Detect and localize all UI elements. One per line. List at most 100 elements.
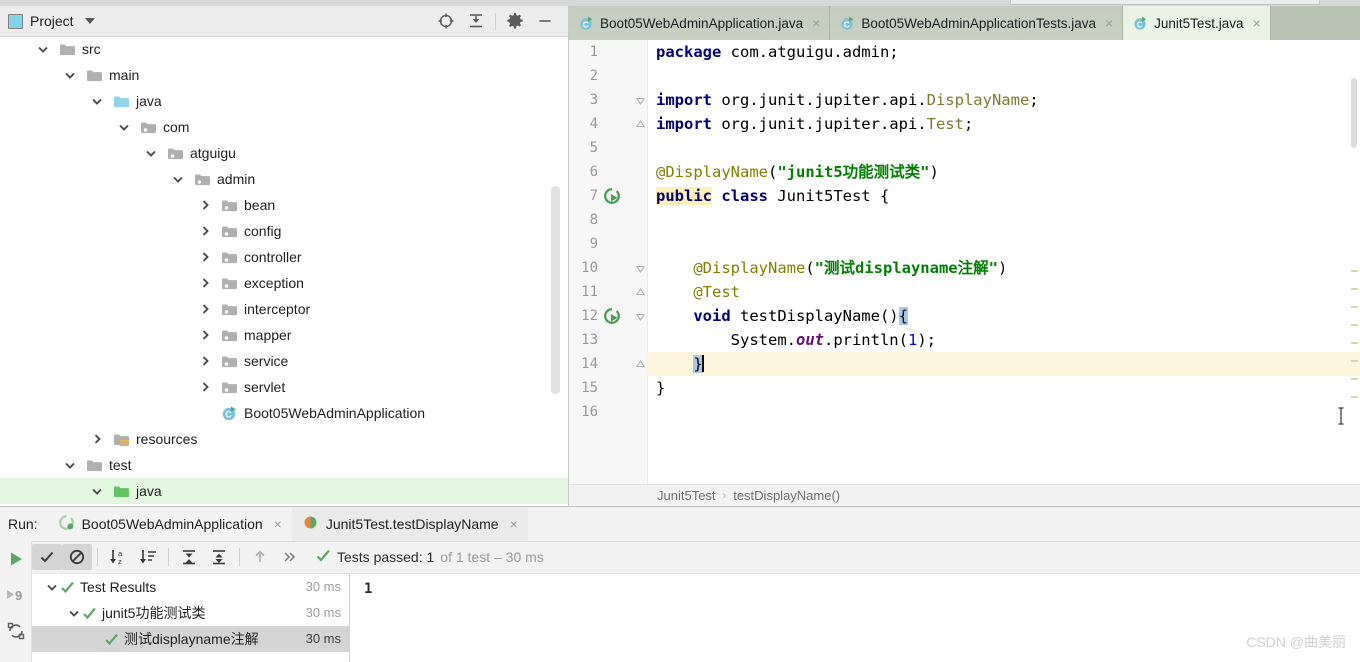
code-line-11[interactable]: @Test [647, 280, 1360, 304]
show-ignored-toggle[interactable] [62, 544, 92, 570]
editor-tab-1[interactable]: C Boot05WebAdminApplication.java × [569, 6, 831, 40]
project-tree[interactable]: src main java com atguigu admin bean config cont… [0, 36, 568, 506]
code-fold-icon[interactable] [635, 310, 646, 322]
next-test-button[interactable] [275, 544, 305, 570]
code-line-5[interactable] [647, 136, 1360, 160]
chevron-down-icon[interactable] [84, 18, 95, 24]
chevron-right-icon[interactable] [197, 275, 213, 291]
project-tree-item-mapper[interactable]: mapper [0, 322, 568, 348]
expand-all-button[interactable] [174, 544, 204, 570]
chevron-down-icon[interactable] [62, 67, 78, 83]
gear-icon[interactable] [500, 6, 530, 36]
code-line-4[interactable]: import org.junit.jupiter.api.Test; [647, 112, 1360, 136]
project-tree-item-controller[interactable]: controller [0, 244, 568, 270]
chevron-down-icon[interactable] [44, 579, 60, 595]
code-line-8[interactable] [647, 208, 1360, 232]
code-line-16[interactable] [647, 400, 1360, 424]
code-fold-icon[interactable] [635, 94, 646, 106]
run-test-gutter-icon[interactable] [603, 307, 622, 326]
run-tab-2[interactable]: Junit5Test.testDisplayName × [291, 507, 528, 541]
project-panel-scrollbar[interactable] [551, 186, 560, 394]
code-line-9[interactable] [647, 232, 1360, 256]
close-icon[interactable]: × [274, 516, 282, 532]
run-test-gutter-icon[interactable] [603, 187, 622, 206]
project-tree-item-main[interactable]: main [0, 62, 568, 88]
chevron-right-icon[interactable] [197, 327, 213, 343]
code-line-3[interactable]: import org.junit.jupiter.api.DisplayName… [647, 88, 1360, 112]
chevron-right-icon[interactable] [197, 379, 213, 395]
code-line-12[interactable]: void testDisplayName(){ [647, 304, 1360, 328]
close-icon[interactable]: × [1252, 16, 1260, 30]
close-icon[interactable]: × [510, 516, 518, 532]
project-tree-item-bean[interactable]: bean [0, 192, 568, 218]
breadcrumb[interactable]: Junit5Test › testDisplayName() [569, 484, 1360, 506]
project-tree-item-src[interactable]: src [0, 36, 568, 62]
test-result-row-3[interactable]: 测试displayname注解 30 ms [32, 626, 349, 652]
project-tree-item-atguigu[interactable]: atguigu [0, 140, 568, 166]
chevron-down-icon[interactable] [170, 171, 186, 187]
collapse-all-icon[interactable] [461, 6, 491, 36]
locate-icon[interactable] [431, 6, 461, 36]
editor-tab-3[interactable]: C Junit5Test.java × [1123, 6, 1271, 40]
previous-test-button[interactable] [245, 544, 275, 570]
code-line-2[interactable] [647, 64, 1360, 88]
test-result-row-1[interactable]: Test Results 30 ms [32, 574, 349, 600]
code-fold-icon[interactable] [635, 118, 646, 129]
editor-tab-2[interactable]: C Boot05WebAdminApplicationTests.java × [830, 6, 1124, 40]
chevron-down-icon[interactable] [35, 41, 51, 57]
breadcrumb-item-1[interactable]: Junit5Test [657, 488, 716, 503]
project-tree-item-resources[interactable]: resources [0, 426, 568, 452]
code-text[interactable]: package com.atguigu.admin; import org.jun… [647, 40, 1360, 484]
code-line-13[interactable]: System.out.println(1); [647, 328, 1360, 352]
project-tree-item-boot05webadminapplication[interactable]: C Boot05WebAdminApplication [0, 400, 568, 426]
rerun-icon[interactable] [0, 541, 31, 577]
code-line-10[interactable]: @DisplayName("测试displayname注解") [647, 256, 1360, 280]
run-tab-1[interactable]: Boot05WebAdminApplication × [48, 508, 292, 541]
project-tree-item-admin[interactable]: admin [0, 166, 568, 192]
code-fold-icon[interactable] [635, 262, 646, 274]
editor-gutter[interactable]: 1 2 3 4 5 6 7 8 9 10 11 12 13 14 15 16 [569, 40, 648, 484]
minimize-icon[interactable] [530, 6, 560, 36]
sort-by-duration-button[interactable] [133, 544, 163, 570]
project-tree-item-service[interactable]: service [0, 348, 568, 374]
project-tree-item-servlet[interactable]: servlet [0, 374, 568, 400]
chevron-right-icon[interactable] [197, 249, 213, 265]
code-line-7[interactable]: public class Junit5Test { [647, 184, 1360, 208]
chevron-right-icon[interactable] [197, 353, 213, 369]
project-tree-item-interceptor[interactable]: interceptor [0, 296, 568, 322]
code-fold-icon[interactable] [635, 286, 646, 297]
project-panel-title-group[interactable]: Project [8, 6, 95, 36]
code-line-6[interactable]: @DisplayName("junit5功能测试类") [647, 160, 1360, 184]
code-editor[interactable]: 1 2 3 4 5 6 7 8 9 10 11 12 13 14 15 16 package com.atgu… [569, 40, 1360, 484]
chevron-right-icon[interactable] [197, 223, 213, 239]
show-passed-toggle[interactable] [32, 544, 62, 570]
test-console-output[interactable]: 1 CSDN @曲美丽 [350, 574, 1360, 662]
project-tree-item-config[interactable]: config [0, 218, 568, 244]
project-tree-item-exception[interactable]: exception [0, 270, 568, 296]
code-line-15[interactable]: } [647, 376, 1360, 400]
toggle-auto-test-icon[interactable] [0, 613, 31, 649]
breadcrumb-item-2[interactable]: testDisplayName() [733, 488, 840, 503]
chevron-right-icon[interactable] [197, 197, 213, 213]
chevron-down-icon[interactable] [62, 457, 78, 473]
rerun-failed-icon[interactable]: 9 [0, 577, 31, 613]
test-result-row-2[interactable]: junit5功能测试类 30 ms [32, 600, 349, 626]
project-tree-item-test[interactable]: test [0, 452, 568, 478]
chevron-right-icon[interactable] [197, 301, 213, 317]
chevron-down-icon[interactable] [89, 93, 105, 109]
code-fold-icon[interactable] [635, 358, 646, 369]
chevron-down-icon[interactable] [116, 119, 132, 135]
test-results-tree[interactable]: Test Results 30 ms junit5功能测试类 30 ms 测试displ… [32, 574, 350, 662]
sort-alphabetically-button[interactable]: az [103, 544, 133, 570]
close-icon[interactable]: × [1105, 16, 1113, 30]
chevron-down-icon[interactable] [143, 145, 159, 161]
code-line-14[interactable]: } [647, 352, 1360, 376]
chevron-down-icon[interactable] [89, 483, 105, 499]
editor-scrollbar[interactable] [1351, 78, 1357, 148]
project-tree-item-java[interactable]: java [0, 478, 568, 504]
chevron-down-icon[interactable] [66, 605, 82, 621]
collapse-all-button[interactable] [204, 544, 234, 570]
project-tree-item-com[interactable]: com [0, 114, 568, 140]
code-line-1[interactable]: package com.atguigu.admin; [647, 40, 1360, 64]
close-icon[interactable]: × [812, 16, 820, 30]
